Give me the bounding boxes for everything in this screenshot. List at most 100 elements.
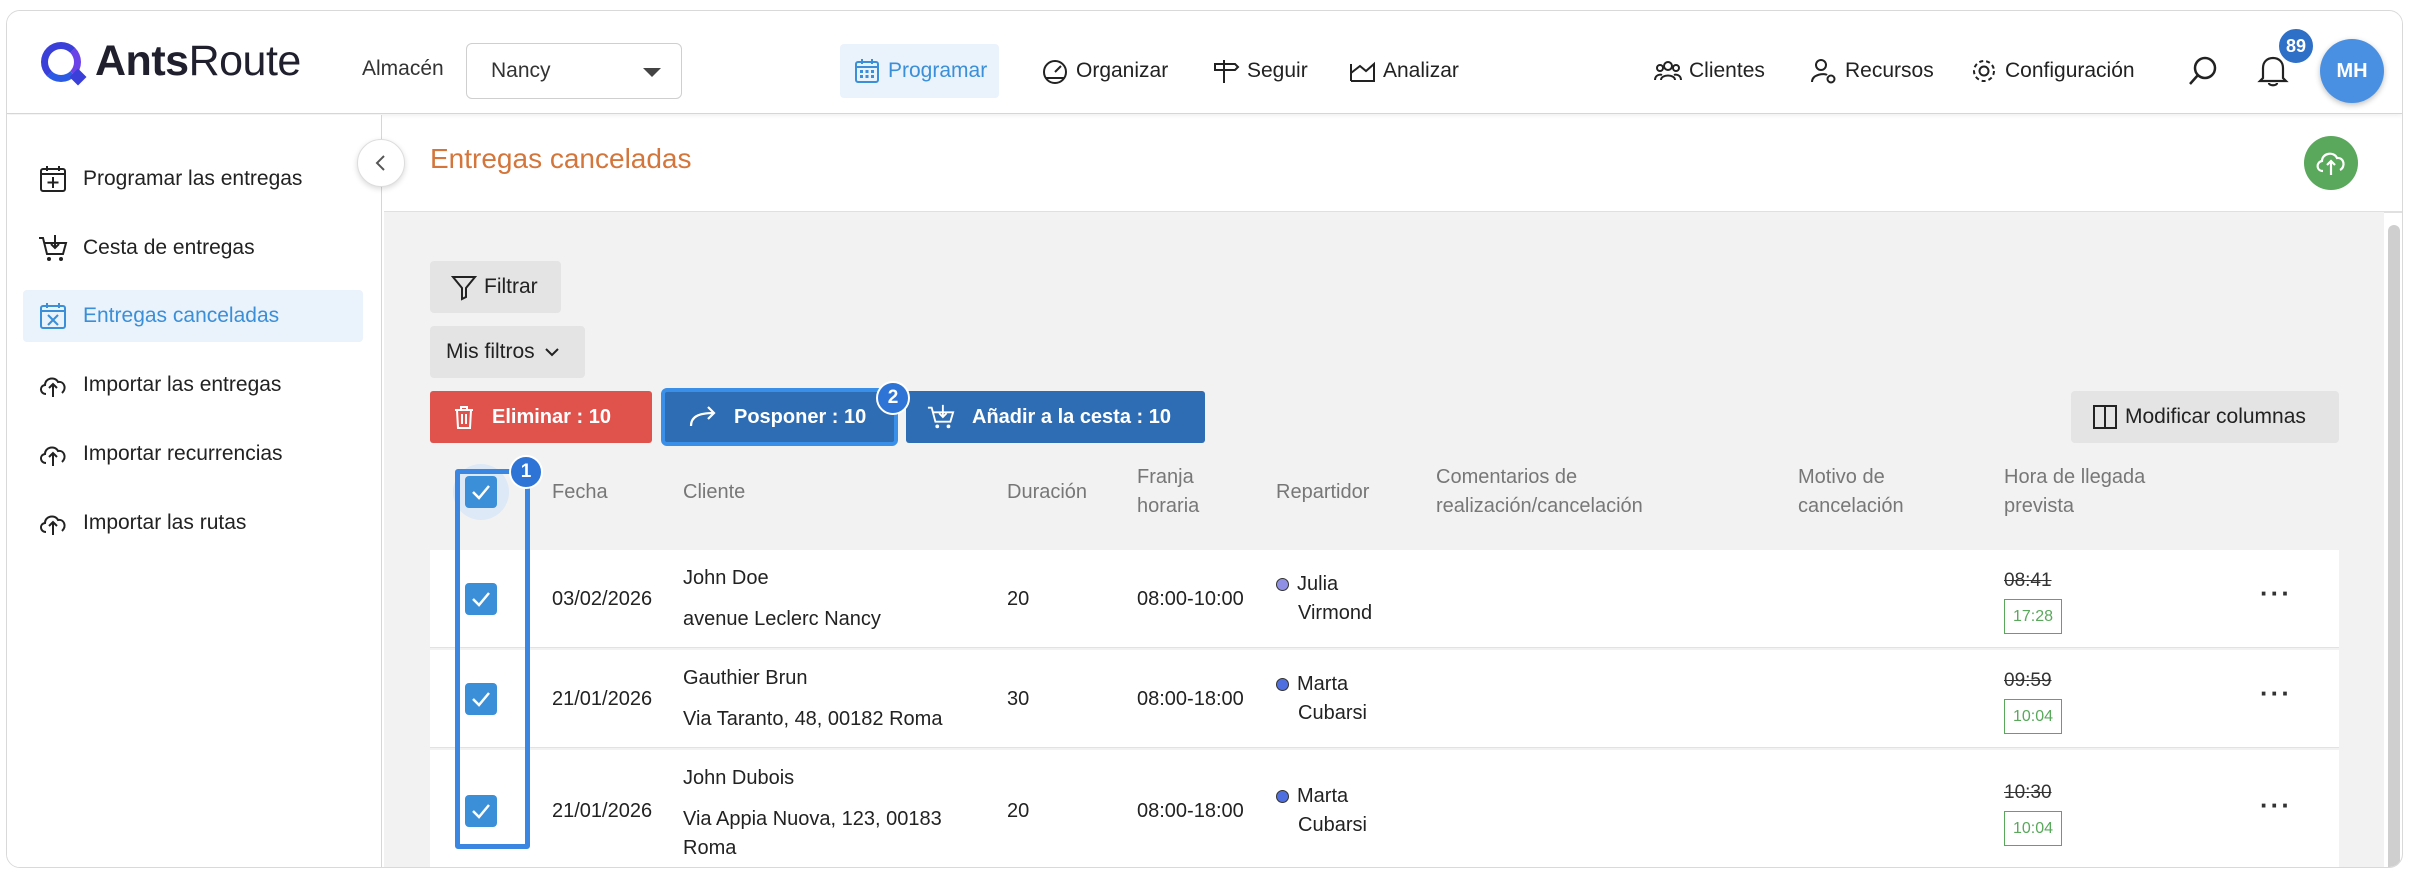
cell-driver: Marta Cubarsi xyxy=(1276,782,1367,840)
delete-button[interactable]: Eliminar : 10 xyxy=(430,391,652,443)
logo[interactable]: AntsRoute xyxy=(41,37,301,86)
column-header-client[interactable]: Cliente xyxy=(683,478,745,507)
cloud-upload-icon xyxy=(40,515,66,535)
signpost-icon xyxy=(1214,60,1240,83)
nav-analyze[interactable]: Analizar xyxy=(1347,44,1459,98)
filter-button[interactable]: Filtrar xyxy=(430,261,561,313)
cell-driver: Julia Virmond xyxy=(1276,570,1372,628)
eta-updated: 10:04 xyxy=(2004,811,2063,846)
eta-original: 08:41 xyxy=(2004,570,2052,591)
cell-client-name: John Dubois xyxy=(683,767,795,789)
users-icon xyxy=(1654,61,1682,81)
column-header-driver[interactable]: Repartidor xyxy=(1276,478,1369,507)
nav-schedule[interactable]: Programar xyxy=(840,44,1000,98)
sidebar-item-cancelled-deliveries[interactable]: Entregas canceladas xyxy=(23,290,363,342)
column-header-time-slot[interactable]: Franja horaria xyxy=(1137,463,1199,521)
sidebar-item-delivery-basket[interactable]: Cesta de entregas xyxy=(23,222,363,274)
sidebar-item-import-recurrences[interactable]: Importar recurrencias xyxy=(23,428,363,480)
eta-updated: 10:04 xyxy=(2004,699,2063,734)
cell-eta: 10:30 10:04 xyxy=(2004,778,2063,846)
cell-date: 21/01/2026 xyxy=(552,688,653,710)
step-badge-2: 2 xyxy=(876,381,910,415)
postpone-button[interactable]: Posponer : 10 xyxy=(661,388,898,446)
cell-duration: 20 xyxy=(1007,800,1030,822)
more-options-icon[interactable]: ··· xyxy=(2260,790,2292,821)
add-to-basket-button[interactable]: Añadir a la cesta : 10 xyxy=(906,391,1205,443)
step-badge-1: 1 xyxy=(509,455,543,489)
driver-color-dot xyxy=(1276,578,1289,592)
basket-icon xyxy=(39,235,68,261)
more-options-icon[interactable]: ··· xyxy=(2260,678,2292,709)
user-gear-icon xyxy=(1811,59,1836,84)
calendar-plus-icon xyxy=(40,166,66,192)
column-header-comments[interactable]: Comentarios de realización/cancelación xyxy=(1436,463,1643,521)
nav-settings[interactable]: Configuración xyxy=(1969,44,2135,98)
top-bar: AntsRoute Almacén Nancy Programar Organi… xyxy=(7,11,2402,114)
avatar[interactable]: MH xyxy=(2320,39,2384,103)
nav-organize[interactable]: Organizar xyxy=(1040,44,1168,98)
notification-count-badge: 89 xyxy=(2277,27,2315,65)
highlight-checkbox-column xyxy=(455,469,530,849)
page-title: Entregas canceladas xyxy=(430,143,692,174)
cell-client-address: Via Taranto, 48, 00182 Roma xyxy=(683,708,943,730)
cloud-upload-icon xyxy=(40,446,66,466)
sidebar: Programar las entregas Cesta de entregas… xyxy=(7,115,382,867)
nav-track[interactable]: Seguir xyxy=(1211,44,1308,98)
sidebar-item-schedule-deliveries[interactable]: Programar las entregas xyxy=(23,153,363,205)
cloud-upload-icon xyxy=(40,377,66,397)
eta-updated: 17:28 xyxy=(2004,599,2063,634)
upload-button[interactable] xyxy=(2304,136,2358,190)
modify-columns-button[interactable]: Modificar columnas xyxy=(2071,391,2339,443)
cell-client-name: Gauthier Brun xyxy=(683,667,808,689)
vertical-scrollbar[interactable] xyxy=(2388,225,2400,867)
column-header-duration[interactable]: Duración xyxy=(1007,478,1087,507)
funnel-icon xyxy=(450,276,478,301)
cell-date: 21/01/2026 xyxy=(552,800,653,822)
cell-client-address: avenue Leclerc Nancy xyxy=(683,608,881,630)
my-filters-dropdown[interactable]: Mis filtros xyxy=(430,326,585,378)
cell-client-name: John Doe xyxy=(683,567,769,589)
more-options-icon[interactable]: ··· xyxy=(2260,578,2292,609)
cell-time-slot: 08:00-18:00 xyxy=(1137,688,1244,710)
table-row[interactable]: 03/02/2026 John Doe avenue Leclerc Nancy… xyxy=(430,550,2339,648)
trash-icon xyxy=(455,406,473,429)
eta-original: 09:59 xyxy=(2004,670,2052,691)
cell-client-address: Via Appia Nuova, 123, 00183 Roma xyxy=(683,808,942,859)
cloud-upload-icon xyxy=(2316,152,2345,175)
calendar-icon xyxy=(855,59,879,83)
table-header: Fecha Cliente Duración Franja horaria Rep… xyxy=(430,453,2339,531)
sidebar-item-import-deliveries[interactable]: Importar las entregas xyxy=(23,359,363,411)
column-header-date[interactable]: Fecha xyxy=(552,478,608,507)
driver-color-dot xyxy=(1276,790,1289,804)
column-header-eta[interactable]: Hora de llegada prevista xyxy=(2004,463,2145,521)
nav-clients[interactable]: Clientes xyxy=(1653,44,1765,98)
columns-icon xyxy=(2093,405,2117,429)
table-row[interactable]: 21/01/2026 John Dubois Via Appia Nuova, … xyxy=(430,750,2339,867)
logo-icon xyxy=(41,41,81,82)
chart-icon xyxy=(1350,61,1375,82)
eta-original: 10:30 xyxy=(2004,782,2052,803)
cell-eta: 08:41 17:28 xyxy=(2004,566,2063,634)
collapse-sidebar-button[interactable] xyxy=(357,139,405,187)
cell-duration: 20 xyxy=(1007,588,1030,610)
warehouse-label: Almacén xyxy=(362,57,444,80)
cell-duration: 30 xyxy=(1007,688,1030,710)
column-header-cancel-reason[interactable]: Motivo de cancelación xyxy=(1798,463,1904,521)
gear-icon xyxy=(1973,60,1995,82)
table-row[interactable]: 21/01/2026 Gauthier Brun Via Taranto, 48… xyxy=(430,650,2339,748)
caret-down-icon xyxy=(643,68,661,77)
warehouse-select[interactable]: Nancy xyxy=(466,43,682,99)
cell-time-slot: 08:00-18:00 xyxy=(1137,800,1244,822)
cell-date: 03/02/2026 xyxy=(552,588,653,610)
basket-icon xyxy=(927,404,955,429)
sidebar-item-import-routes[interactable]: Importar las rutas xyxy=(23,497,363,549)
nav-resources[interactable]: Recursos xyxy=(1809,44,1934,98)
cell-driver: Marta Cubarsi xyxy=(1276,670,1367,728)
driver-color-dot xyxy=(1276,678,1289,692)
cell-time-slot: 08:00-10:00 xyxy=(1137,588,1244,610)
forward-arrow-icon xyxy=(689,406,716,427)
search-icon[interactable] xyxy=(2187,55,2219,87)
chevron-left-icon xyxy=(375,155,385,171)
chevron-down-icon xyxy=(544,348,559,357)
app-window: AntsRoute Almacén Nancy Programar Organi… xyxy=(6,10,2403,868)
